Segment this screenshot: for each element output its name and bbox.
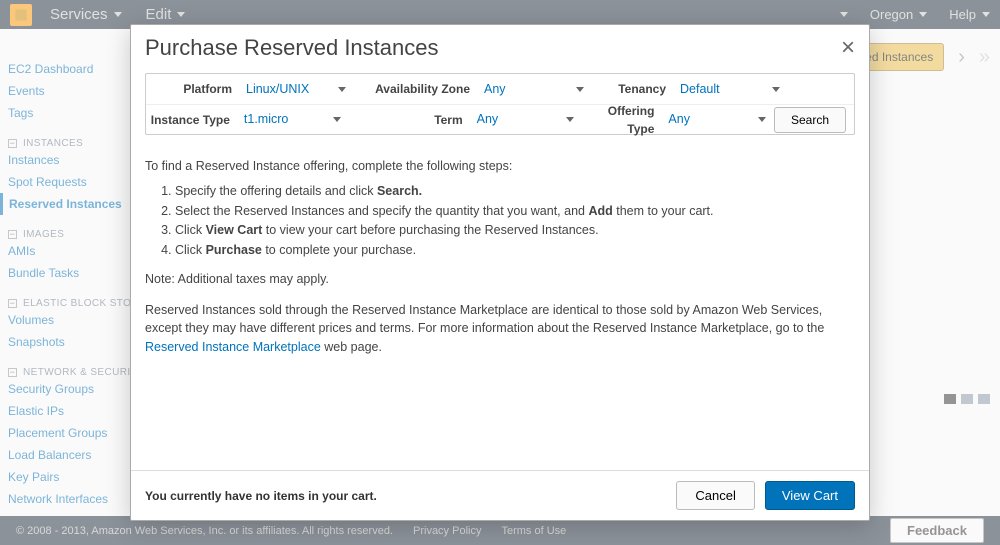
term-value: Any — [477, 110, 499, 129]
otype-label: Offering Type — [582, 102, 660, 138]
step-text: Click — [175, 223, 206, 237]
marketplace-paragraph: Reserved Instances sold through the Rese… — [145, 301, 855, 357]
step-bold: Search. — [377, 184, 422, 198]
chevron-down-icon — [576, 87, 584, 92]
close-icon[interactable]: × — [841, 36, 855, 60]
tenancy-value: Default — [680, 80, 720, 99]
purchase-ri-modal: Purchase Reserved Instances × Platform L… — [130, 24, 870, 521]
cart-status-text: You currently have no items in your cart… — [145, 489, 377, 503]
search-button[interactable]: Search — [774, 107, 846, 133]
chevron-down-icon — [333, 117, 341, 122]
view-cart-button[interactable]: View Cart — [765, 481, 855, 510]
step-text: Specify the offering details and click — [175, 184, 377, 198]
itype-label: Instance Type — [146, 111, 236, 129]
cancel-button[interactable]: Cancel — [676, 481, 754, 510]
tenancy-select[interactable]: Default — [672, 80, 788, 99]
step-text: to complete your purchase. — [262, 243, 416, 257]
ri-marketplace-link[interactable]: Reserved Instance Marketplace — [145, 340, 321, 354]
step-bold: Purchase — [206, 243, 262, 257]
platform-value: Linux/UNIX — [246, 80, 309, 99]
chevron-down-icon — [338, 87, 346, 92]
itype-select[interactable]: t1.micro — [236, 110, 350, 129]
step-1: Specify the offering details and click S… — [175, 182, 855, 201]
term-label: Term — [349, 111, 468, 129]
term-select[interactable]: Any — [469, 110, 583, 129]
step-4: Click Purchase to complete your purchase… — [175, 241, 855, 260]
para-text: Reserved Instances sold through the Rese… — [145, 303, 824, 336]
step-bold: Add — [588, 204, 612, 218]
step-bold: View Cart — [206, 223, 263, 237]
step-text: to view your cart before purchasing the … — [262, 223, 598, 237]
otype-value: Any — [668, 110, 690, 129]
step-3: Click View Cart to view your cart before… — [175, 221, 855, 240]
intro-text: To find a Reserved Instance offering, co… — [145, 157, 855, 176]
az-select[interactable]: Any — [476, 80, 592, 99]
step-text: them to your cart. — [613, 204, 714, 218]
step-text: Click — [175, 243, 206, 257]
az-label: Availability Zone — [354, 80, 476, 98]
chevron-down-icon — [758, 117, 766, 122]
chevron-down-icon — [566, 117, 574, 122]
itype-value: t1.micro — [244, 110, 288, 129]
otype-select[interactable]: Any — [660, 110, 774, 129]
step-2: Select the Reserved Instances and specif… — [175, 202, 855, 221]
chevron-down-icon — [772, 87, 780, 92]
step-text: Select the Reserved Instances and specif… — [175, 204, 588, 218]
para-text: web page. — [324, 340, 382, 354]
steps-list: Specify the offering details and click S… — [175, 182, 855, 260]
tenancy-label: Tenancy — [592, 80, 672, 98]
modal-title: Purchase Reserved Instances — [145, 35, 439, 61]
platform-select[interactable]: Linux/UNIX — [238, 80, 354, 99]
filter-box: Platform Linux/UNIX Availability Zone An… — [145, 73, 855, 135]
note-text: Note: Additional taxes may apply. — [145, 270, 855, 289]
platform-label: Platform — [146, 80, 238, 98]
az-value: Any — [484, 80, 506, 99]
